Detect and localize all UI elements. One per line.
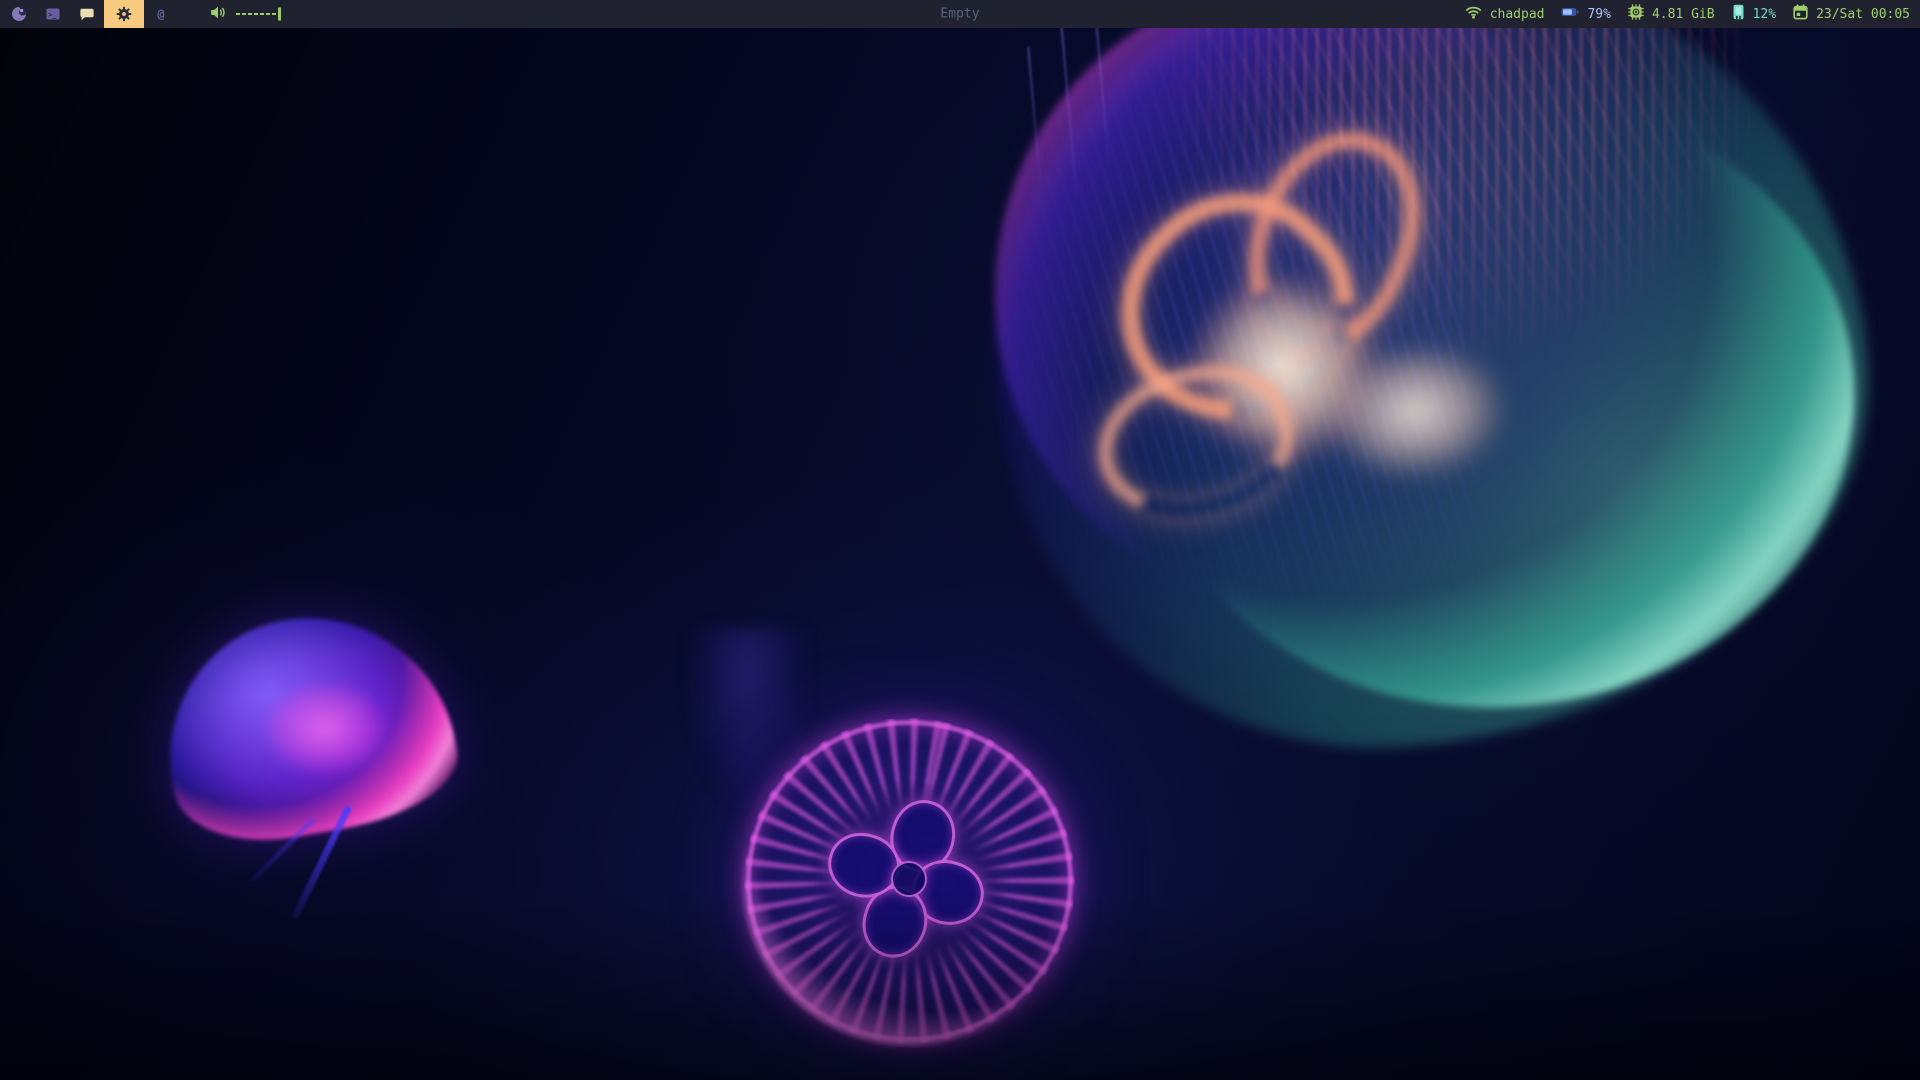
network-ssid: chadpad [1490, 7, 1545, 22]
workspace-browser[interactable] [2, 0, 36, 28]
wifi-icon [1465, 6, 1482, 23]
purple-jellyfish-left [150, 608, 470, 908]
round-jellyfish-bottom [742, 716, 1077, 1046]
desktop-wallpaper [0, 28, 1920, 1080]
memory-used: 4.81 GiB [1652, 7, 1715, 22]
svg-text:@: @ [157, 7, 164, 21]
ram-icon [1732, 4, 1745, 24]
terminal-icon: >_ [45, 6, 61, 22]
calendar-icon [1793, 4, 1808, 24]
svg-text:>_: >_ [48, 11, 57, 19]
clock-text: 23/Sat 00:05 [1816, 7, 1910, 22]
jellyfish-pink-rim [148, 595, 466, 856]
memory-module[interactable]: 4.81 GiB [1628, 4, 1715, 24]
window-title: Empty [940, 7, 979, 22]
desktop-screen: >_ [0, 0, 1920, 1080]
speaker-icon [210, 5, 227, 24]
clock-module[interactable]: 23/Sat 00:05 [1793, 4, 1910, 24]
workspaces: >_ [0, 0, 178, 28]
volume-module[interactable] [210, 5, 278, 24]
workspace-terminal[interactable]: >_ [36, 0, 70, 28]
status-bar: >_ [0, 0, 1920, 28]
battery-icon [1561, 6, 1579, 22]
chip-icon [1628, 4, 1644, 24]
firefox-icon [11, 6, 27, 22]
volume-slider-handle[interactable] [278, 8, 281, 21]
battery-percent: 79% [1587, 7, 1610, 22]
chat-icon [79, 6, 95, 22]
gear-icon [116, 6, 132, 22]
ram-module[interactable]: 12% [1732, 4, 1776, 24]
status-modules: chadpad 79% [1465, 0, 1920, 28]
volume-slider[interactable] [236, 13, 278, 15]
at-icon: @ [153, 6, 169, 22]
workspace-settings[interactable] [104, 0, 144, 28]
workspace-mail[interactable]: @ [144, 0, 178, 28]
network-module[interactable]: chadpad [1465, 6, 1545, 23]
ram-percent: 12% [1753, 7, 1776, 22]
workspace-chat[interactable] [70, 0, 104, 28]
battery-module[interactable]: 79% [1561, 6, 1610, 22]
